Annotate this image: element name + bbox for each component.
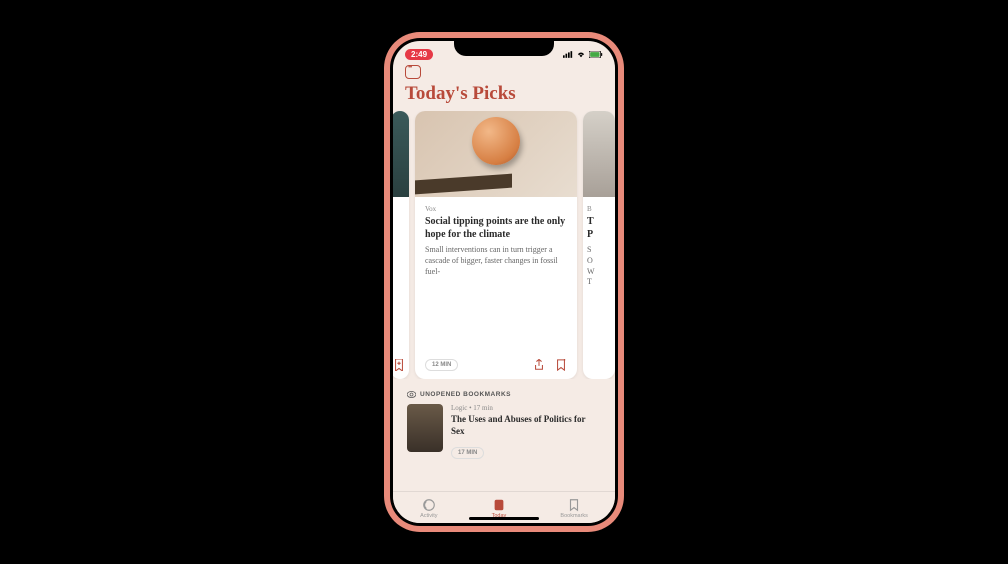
today-icon (492, 498, 506, 512)
card-image (583, 111, 615, 197)
tab-label: Bookmarks (560, 513, 588, 519)
article-image-egg (472, 117, 520, 165)
tab-label: Activity (420, 513, 437, 519)
carousel[interactable]: Vox Social tipping points are the only h… (393, 111, 615, 379)
card-actions (533, 359, 567, 371)
bookmark-title: The Uses and Abuses of Politics for Sex (451, 414, 601, 437)
cellular-icon (563, 51, 573, 58)
card-image (415, 111, 577, 197)
card-body: B T P S O W T (583, 197, 615, 379)
wifi-icon (576, 51, 586, 58)
share-icon[interactable] (533, 359, 545, 371)
section-label: UNOPENED BOOKMARKS (420, 391, 511, 398)
bookmark-add-icon[interactable] (555, 359, 567, 371)
app-screen: 2:49 Today's Picks (393, 41, 615, 523)
article-title: Social tipping points are the only hope … (425, 215, 567, 241)
card-image (393, 111, 409, 197)
article-source: B (587, 205, 611, 213)
tab-activity[interactable]: Activity (420, 498, 437, 519)
phone-bezel: 2:49 Today's Picks (390, 38, 618, 526)
activity-icon (422, 498, 436, 512)
read-time-badge: 17 MIN (451, 447, 484, 459)
article-title-fragment: T P (587, 215, 611, 241)
bookmark-add-icon[interactable] (393, 359, 405, 371)
battery-icon (589, 51, 603, 58)
tab-today[interactable]: Today (492, 498, 507, 519)
card-footer (393, 353, 409, 379)
bookmark-item[interactable]: Logic • 17 min The Uses and Abuses of Po… (393, 404, 615, 459)
card-body (393, 197, 409, 353)
bookmark-thumbnail (407, 404, 443, 452)
article-image-ledge (415, 174, 512, 195)
bookmark-icon (567, 498, 581, 512)
bookmark-body: Logic • 17 min The Uses and Abuses of Po… (451, 404, 601, 459)
card-footer: 12 MIN (415, 353, 577, 379)
article-card-next[interactable]: B T P S O W T (583, 111, 615, 379)
header: Today's Picks (393, 63, 615, 111)
section-header-unopened: UNOPENED BOOKMARKS (393, 379, 615, 404)
tab-bookmarks[interactable]: Bookmarks (560, 498, 588, 519)
read-time-badge: 12 MIN (425, 359, 458, 371)
phone-frame: 2:49 Today's Picks (384, 32, 624, 532)
article-card-prev[interactable] (393, 111, 409, 379)
article-source: Vox (425, 205, 567, 213)
home-indicator[interactable] (469, 517, 539, 520)
card-body: Vox Social tipping points are the only h… (415, 197, 577, 353)
chat-icon[interactable] (405, 65, 421, 79)
page-title: Today's Picks (405, 83, 603, 105)
article-excerpt: Small interventions can in turn trigger … (425, 245, 567, 277)
bookmark-meta: Logic • 17 min (451, 404, 601, 412)
article-card-main[interactable]: Vox Social tipping points are the only h… (415, 111, 577, 379)
article-excerpt-fragment: S O W T (587, 245, 611, 288)
notch (454, 38, 554, 56)
eye-icon (407, 391, 416, 398)
status-icons (563, 51, 603, 58)
status-time-pill[interactable]: 2:49 (405, 49, 433, 60)
